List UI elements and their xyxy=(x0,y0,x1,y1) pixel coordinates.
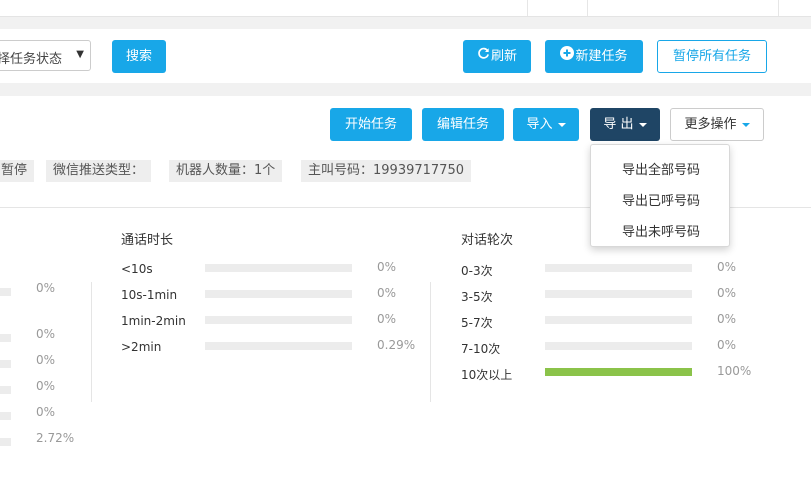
stat-percent: 0% xyxy=(36,353,56,367)
caret-down-icon xyxy=(741,122,750,127)
duration-bar xyxy=(205,290,352,298)
search-button[interactable]: 搜索 xyxy=(112,40,166,73)
rounds-label: 7-10次 xyxy=(461,342,501,356)
stat-bar xyxy=(0,360,11,368)
rounds-percent: 0% xyxy=(717,312,737,326)
duration-percent: 0% xyxy=(377,286,397,300)
rounds-percent: 100% xyxy=(717,364,752,378)
column-divider xyxy=(91,282,92,402)
stat-bar xyxy=(0,288,11,296)
status-badge: 暂停 xyxy=(0,160,35,182)
more-actions-label: 更多操作 xyxy=(684,117,737,132)
stat-percent: 0% xyxy=(36,281,56,295)
rounds-bar xyxy=(545,290,692,298)
caret-down-icon xyxy=(557,122,566,127)
stat-bar xyxy=(0,412,11,420)
call-duration-title: 通话时长 xyxy=(121,233,174,248)
rounds-label: 3-5次 xyxy=(461,290,493,304)
rounds-label: 10次以上 xyxy=(461,368,513,382)
stat-bar xyxy=(0,334,11,342)
refresh-button[interactable]: 刷新 xyxy=(463,40,531,73)
stat-bar xyxy=(0,386,11,394)
wechat-type-tag: 微信推送类型： xyxy=(46,160,152,182)
stat-percent: 0% xyxy=(36,327,56,341)
menu-item-export-called[interactable]: 导出已呼号码 xyxy=(591,190,731,209)
duration-bar xyxy=(205,342,352,350)
menu-item-export-uncalled[interactable]: 导出未呼号码 xyxy=(591,221,731,240)
rounds-bar xyxy=(545,264,692,272)
edit-task-button[interactable]: 编辑任务 xyxy=(422,108,504,141)
caller-number-tag: 主叫号码：19939717750 xyxy=(301,160,471,182)
stat-percent: 0% xyxy=(36,405,56,419)
rounds-label: 5-7次 xyxy=(461,316,493,330)
chevron-down-icon: ▼ xyxy=(76,49,84,60)
caret-down-icon xyxy=(638,122,647,127)
plus-circle-icon xyxy=(560,40,575,73)
rounds-percent: 0% xyxy=(717,286,737,300)
duration-label: 1min-2min xyxy=(121,314,186,328)
new-task-label: 新建任务 xyxy=(575,49,628,64)
duration-label: <10s xyxy=(121,262,153,276)
duration-bar xyxy=(205,316,352,324)
new-task-button[interactable]: 新建任务 xyxy=(545,40,643,73)
filter-bar: 择任务状态 ▼ 搜索 刷新 新建任务 暂停所有任务 xyxy=(0,29,811,83)
rounds-label: 0-3次 xyxy=(461,264,493,278)
start-task-button[interactable]: 开始任务 xyxy=(330,108,412,141)
rounds-percent: 0% xyxy=(717,260,737,274)
duration-label: >2min xyxy=(121,340,162,354)
rounds-bar xyxy=(545,368,692,376)
dialog-rounds-title: 对话轮次 xyxy=(461,233,514,248)
bar-fill xyxy=(545,368,692,376)
header-divider xyxy=(527,0,528,16)
top-header xyxy=(0,0,811,17)
header-divider xyxy=(778,0,779,16)
refresh-icon xyxy=(477,40,490,73)
more-actions-button[interactable]: 更多操作 xyxy=(670,108,764,141)
export-dropdown-menu: 导出全部号码 导出已呼号码 导出未呼号码 xyxy=(590,144,730,247)
pause-all-button[interactable]: 暂停所有任务 xyxy=(657,40,767,73)
refresh-label: 刷新 xyxy=(490,49,517,64)
duration-bar xyxy=(205,264,352,272)
import-button[interactable]: 导入 xyxy=(513,108,579,141)
duration-percent: 0% xyxy=(377,312,397,326)
stat-percent: 0% xyxy=(36,379,56,393)
duration-percent: 0% xyxy=(377,260,397,274)
rounds-bar xyxy=(545,342,692,350)
export-button[interactable]: 导 出 xyxy=(590,108,660,141)
task-status-select[interactable]: 择任务状态 ▼ xyxy=(0,40,91,71)
duration-percent: 0.29% xyxy=(377,338,416,352)
robot-count-tag: 机器人数量：1个 xyxy=(169,160,283,182)
header-divider xyxy=(587,0,588,16)
task-status-value: 择任务状态 xyxy=(0,52,63,67)
import-label: 导入 xyxy=(526,117,553,132)
column-divider xyxy=(430,282,431,402)
stat-bar xyxy=(0,438,11,446)
rounds-bar xyxy=(545,316,692,324)
stat-percent: 2.72% xyxy=(36,431,75,445)
menu-item-export-all[interactable]: 导出全部号码 xyxy=(591,159,731,178)
rounds-percent: 0% xyxy=(717,338,737,352)
export-label: 导 出 xyxy=(603,117,634,132)
duration-label: 10s-1min xyxy=(121,288,178,302)
